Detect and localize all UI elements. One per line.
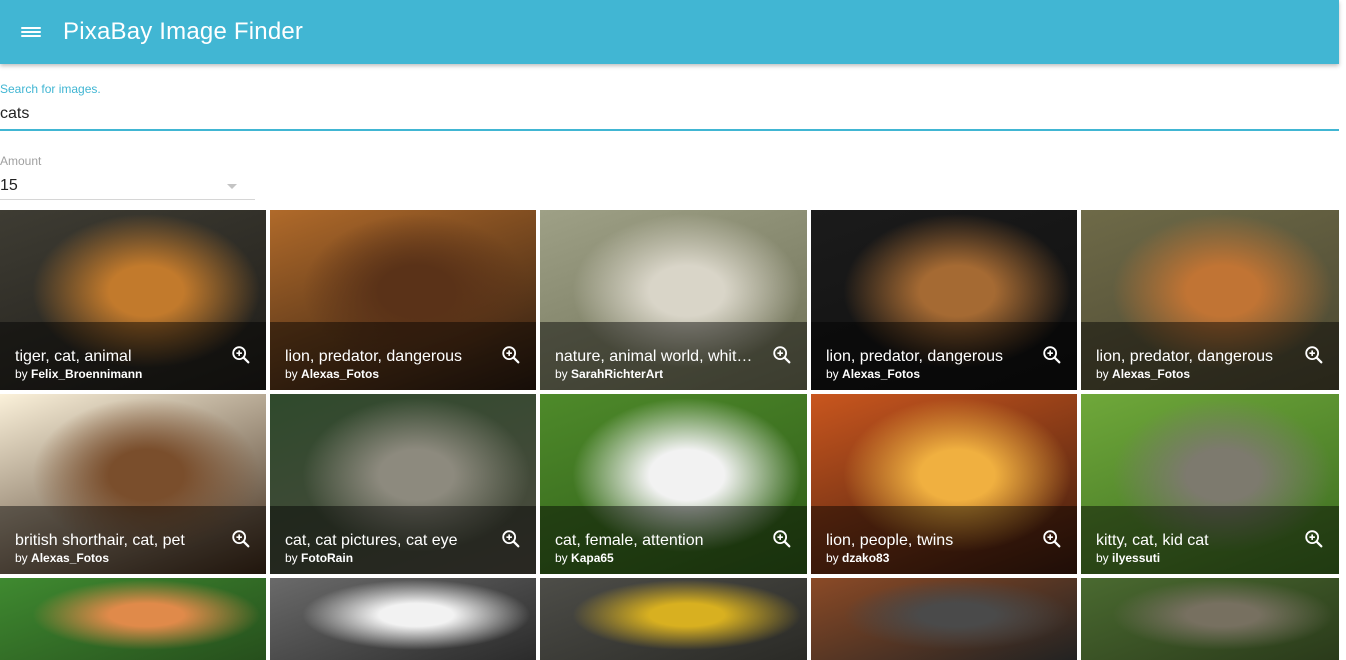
author-name: Alexas_Fotos: [301, 367, 380, 381]
image-tile[interactable]: lion, predator, dangerous by Alexas_Fotos: [811, 210, 1077, 390]
image-thumbnail: [0, 578, 266, 660]
author-name: ilyessuti: [1112, 551, 1161, 565]
image-tile[interactable]: cat, female, attention by Kapa65: [540, 394, 807, 574]
image-author: by ilyessuti: [1096, 551, 1160, 565]
image-author: by SarahRichterArt: [555, 367, 663, 381]
author-name: FotoRain: [301, 551, 354, 565]
image-title: lion, predator, dangerous: [1096, 348, 1274, 365]
search-label: Search for images.: [0, 82, 101, 96]
image-tile[interactable]: british shorthair, cat, pet by Alexas_Fot…: [0, 394, 266, 574]
image-author: by FotoRain: [285, 551, 353, 565]
image-tile[interactable]: lion, people, twins by dzako83: [811, 394, 1077, 574]
zoom-in-icon[interactable]: [771, 528, 793, 550]
image-title: cat, cat pictures, cat eye: [285, 532, 458, 549]
amount-select[interactable]: 15: [0, 175, 255, 200]
image-title: kitty, cat, kid cat: [1096, 532, 1209, 549]
image-thumbnail: [270, 578, 536, 660]
author-name: Alexas_Fotos: [842, 367, 921, 381]
image-tile[interactable]: nature, animal world, whit… by SarahRicht…: [540, 210, 807, 390]
zoom-in-icon[interactable]: [230, 528, 252, 550]
image-author: by Alexas_Fotos: [826, 367, 920, 381]
image-thumbnail: [811, 578, 1077, 660]
by-label: by: [826, 367, 839, 381]
amount-field: Amount 15: [0, 154, 255, 200]
image-author: by Kapa65: [555, 551, 614, 565]
by-label: by: [555, 551, 568, 565]
author-name: Kapa65: [571, 551, 614, 565]
by-label: by: [1096, 367, 1109, 381]
image-tile[interactable]: lion, predator, dangerous by Alexas_Fotos: [270, 210, 536, 390]
by-label: by: [555, 367, 568, 381]
image-author: by Felix_Broennimann: [15, 367, 142, 381]
zoom-in-icon[interactable]: [1303, 344, 1325, 366]
dropdown-caret-icon: [227, 184, 237, 189]
app-title: PixaBay Image Finder: [63, 18, 304, 45]
by-label: by: [826, 551, 839, 565]
amount-label: Amount: [0, 154, 42, 168]
image-tile[interactable]: kitty, cat, kid cat by ilyessuti: [1081, 394, 1339, 574]
by-label: by: [285, 367, 298, 381]
image-tile[interactable]: cat, cat pictures, cat eye by FotoRain: [270, 394, 536, 574]
image-tile[interactable]: tiger, cat, animal by Felix_Broennimann: [0, 210, 266, 390]
author-name: Alexas_Fotos: [1112, 367, 1191, 381]
image-author: by Alexas_Fotos: [1096, 367, 1190, 381]
image-title: tiger, cat, animal: [15, 348, 132, 365]
search-field: Search for images.: [0, 82, 1339, 131]
image-tile[interactable]: lion, predator, dangerous by Alexas_Fotos: [1081, 210, 1339, 390]
zoom-in-icon[interactable]: [230, 344, 252, 366]
image-author: by Alexas_Fotos: [285, 367, 379, 381]
image-title: lion, people, twins: [826, 532, 954, 549]
author-name: dzako83: [842, 551, 890, 565]
image-author: by Alexas_Fotos: [15, 551, 109, 565]
image-grid: tiger, cat, animal by Felix_Broennimann li…: [0, 210, 1339, 660]
by-label: by: [1096, 551, 1109, 565]
author-name: Alexas_Fotos: [31, 551, 110, 565]
zoom-in-icon[interactable]: [500, 528, 522, 550]
zoom-in-icon[interactable]: [771, 344, 793, 366]
image-tile[interactable]: [270, 578, 536, 660]
image-title: cat, female, attention: [555, 532, 704, 549]
search-underline: [0, 129, 1339, 131]
image-title: nature, animal world, whit…: [555, 348, 753, 365]
image-title: lion, predator, dangerous: [826, 348, 1004, 365]
by-label: by: [285, 551, 298, 565]
by-label: by: [15, 551, 28, 565]
search-input[interactable]: [0, 103, 1339, 125]
zoom-in-icon[interactable]: [1303, 528, 1325, 550]
image-tile[interactable]: [540, 578, 807, 660]
zoom-in-icon[interactable]: [1041, 344, 1063, 366]
author-name: SarahRichterArt: [571, 367, 664, 381]
image-title: lion, predator, dangerous: [285, 348, 463, 365]
amount-value: 15: [0, 177, 18, 194]
image-tile[interactable]: [1081, 578, 1339, 660]
image-tile[interactable]: [0, 578, 266, 660]
image-thumbnail: [540, 578, 807, 660]
author-name: Felix_Broennimann: [31, 367, 143, 381]
menu-icon[interactable]: [21, 24, 41, 40]
app-bar: PixaBay Image Finder: [0, 0, 1339, 64]
image-title: british shorthair, cat, pet: [15, 532, 185, 549]
image-author: by dzako83: [826, 551, 889, 565]
image-thumbnail: [1081, 578, 1339, 660]
image-tile[interactable]: [811, 578, 1077, 660]
by-label: by: [15, 367, 28, 381]
zoom-in-icon[interactable]: [500, 344, 522, 366]
zoom-in-icon[interactable]: [1041, 528, 1063, 550]
